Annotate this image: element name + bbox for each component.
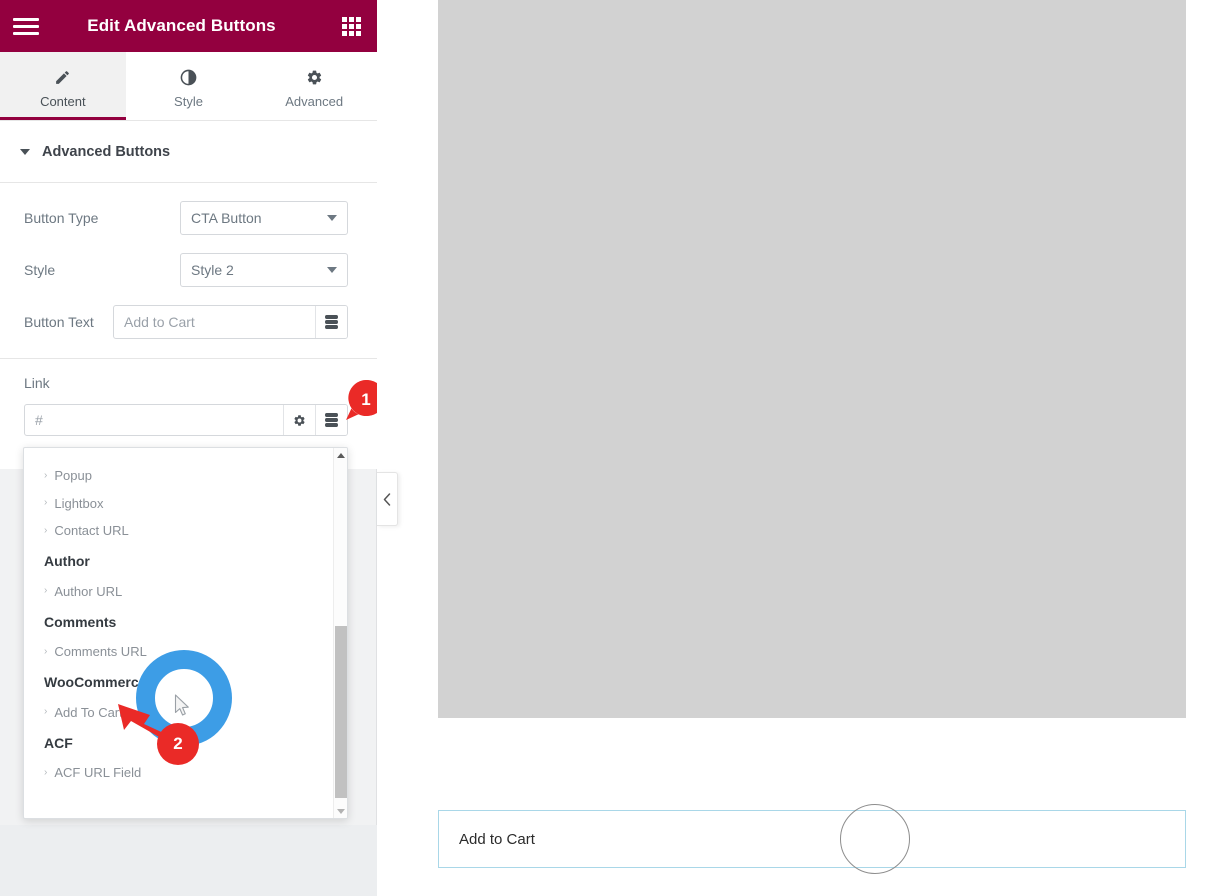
annotation-badge-1: 1: [344, 378, 388, 422]
chevron-right-icon: ›: [44, 768, 47, 778]
dropdown-item-label: Author URL: [54, 584, 122, 599]
link-dynamic-tags-icon[interactable]: [315, 405, 347, 435]
field-button-type-label: Button Type: [24, 210, 180, 226]
scrollbar-thumb[interactable]: [335, 626, 347, 798]
link-input[interactable]: [25, 405, 283, 435]
controls-group: Button Type CTA Button Style Style 2: [0, 183, 377, 359]
link-label: Link: [24, 375, 50, 391]
link-options-gear-icon[interactable]: [283, 405, 315, 435]
chevron-right-icon: ›: [44, 586, 47, 596]
button-type-select[interactable]: CTA Button: [180, 201, 348, 235]
dropdown-group-comments: Comments: [24, 605, 333, 638]
page-title: Edit Advanced Buttons: [38, 16, 325, 36]
preview-placeholder-block: [438, 0, 1186, 718]
tab-content[interactable]: Content: [0, 52, 126, 120]
dropdown-group-author: Author: [24, 545, 333, 578]
dropdown-item-lightbox[interactable]: › Lightbox: [24, 490, 333, 518]
preview-add-to-cart-widget[interactable]: Add to Cart: [438, 810, 1186, 868]
preview-add-to-cart-label: Add to Cart: [459, 831, 535, 848]
chevron-down-icon: [327, 267, 337, 273]
chevron-left-icon: [383, 493, 391, 506]
tab-advanced-label: Advanced: [285, 94, 343, 109]
hover-highlight-circle: [840, 804, 910, 874]
triangle-down-icon[interactable]: [334, 804, 348, 818]
link-field: [24, 404, 348, 436]
chevron-right-icon: ›: [44, 647, 47, 657]
panel-footer-area: [0, 825, 377, 896]
button-text-field[interactable]: [113, 305, 348, 339]
triangle-up-icon[interactable]: [334, 448, 348, 462]
dropdown-item-label: Comments URL: [54, 644, 146, 659]
field-style: Style Style 2: [24, 253, 348, 287]
annotation-badge-2: 2: [157, 723, 199, 765]
tab-content-label: Content: [40, 94, 86, 109]
caret-down-icon: [20, 149, 30, 155]
tab-style[interactable]: Style: [126, 52, 252, 120]
panel-tabs: Content Style Advanced: [0, 52, 377, 121]
apps-grid-icon[interactable]: [325, 0, 377, 52]
chevron-down-icon: [327, 215, 337, 221]
dynamic-tags-icon[interactable]: [315, 306, 347, 338]
dropdown-item-label: ACF URL Field: [54, 765, 141, 780]
panel-header: Edit Advanced Buttons: [0, 0, 377, 52]
panel-collapse-toggle[interactable]: [377, 472, 398, 526]
tab-style-label: Style: [174, 94, 203, 109]
dropdown-item-label: Lightbox: [54, 496, 103, 511]
tab-advanced[interactable]: Advanced: [251, 52, 377, 120]
chevron-right-icon: ›: [44, 526, 47, 536]
dropdown-item-contact-url[interactable]: › Contact URL: [24, 517, 333, 545]
dropdown-item-popup[interactable]: › Popup: [24, 462, 333, 490]
field-button-text: Button Text: [24, 305, 348, 339]
field-button-type: Button Type CTA Button: [24, 201, 348, 235]
button-type-value: CTA Button: [191, 210, 327, 226]
chevron-right-icon: ›: [44, 471, 47, 481]
annotation-badge-1-wrap: 1: [344, 378, 388, 422]
preview-canvas: Add to Cart: [377, 0, 1225, 896]
section-title: Advanced Buttons: [42, 144, 170, 160]
style-select[interactable]: Style 2: [180, 253, 348, 287]
dropdown-scrollbar[interactable]: [333, 448, 347, 818]
half-circle-icon: [180, 67, 197, 87]
pencil-icon: [54, 67, 71, 87]
chevron-right-icon: ›: [44, 498, 47, 508]
field-button-text-label: Button Text: [24, 314, 113, 330]
dropdown-item-author-url[interactable]: › Author URL: [24, 578, 333, 606]
app-root: Edit Advanced Buttons Content: [0, 0, 1225, 896]
chevron-right-icon: ›: [44, 707, 47, 717]
dropdown-item-label: Contact URL: [54, 523, 128, 538]
field-style-label: Style: [24, 262, 180, 278]
gear-icon: [306, 67, 323, 87]
button-text-input[interactable]: [114, 306, 315, 338]
dropdown-item-label: Popup: [54, 468, 92, 483]
section-advanced-buttons[interactable]: Advanced Buttons: [0, 121, 377, 183]
style-value: Style 2: [191, 262, 327, 278]
editor-panel: Edit Advanced Buttons Content: [0, 0, 377, 896]
